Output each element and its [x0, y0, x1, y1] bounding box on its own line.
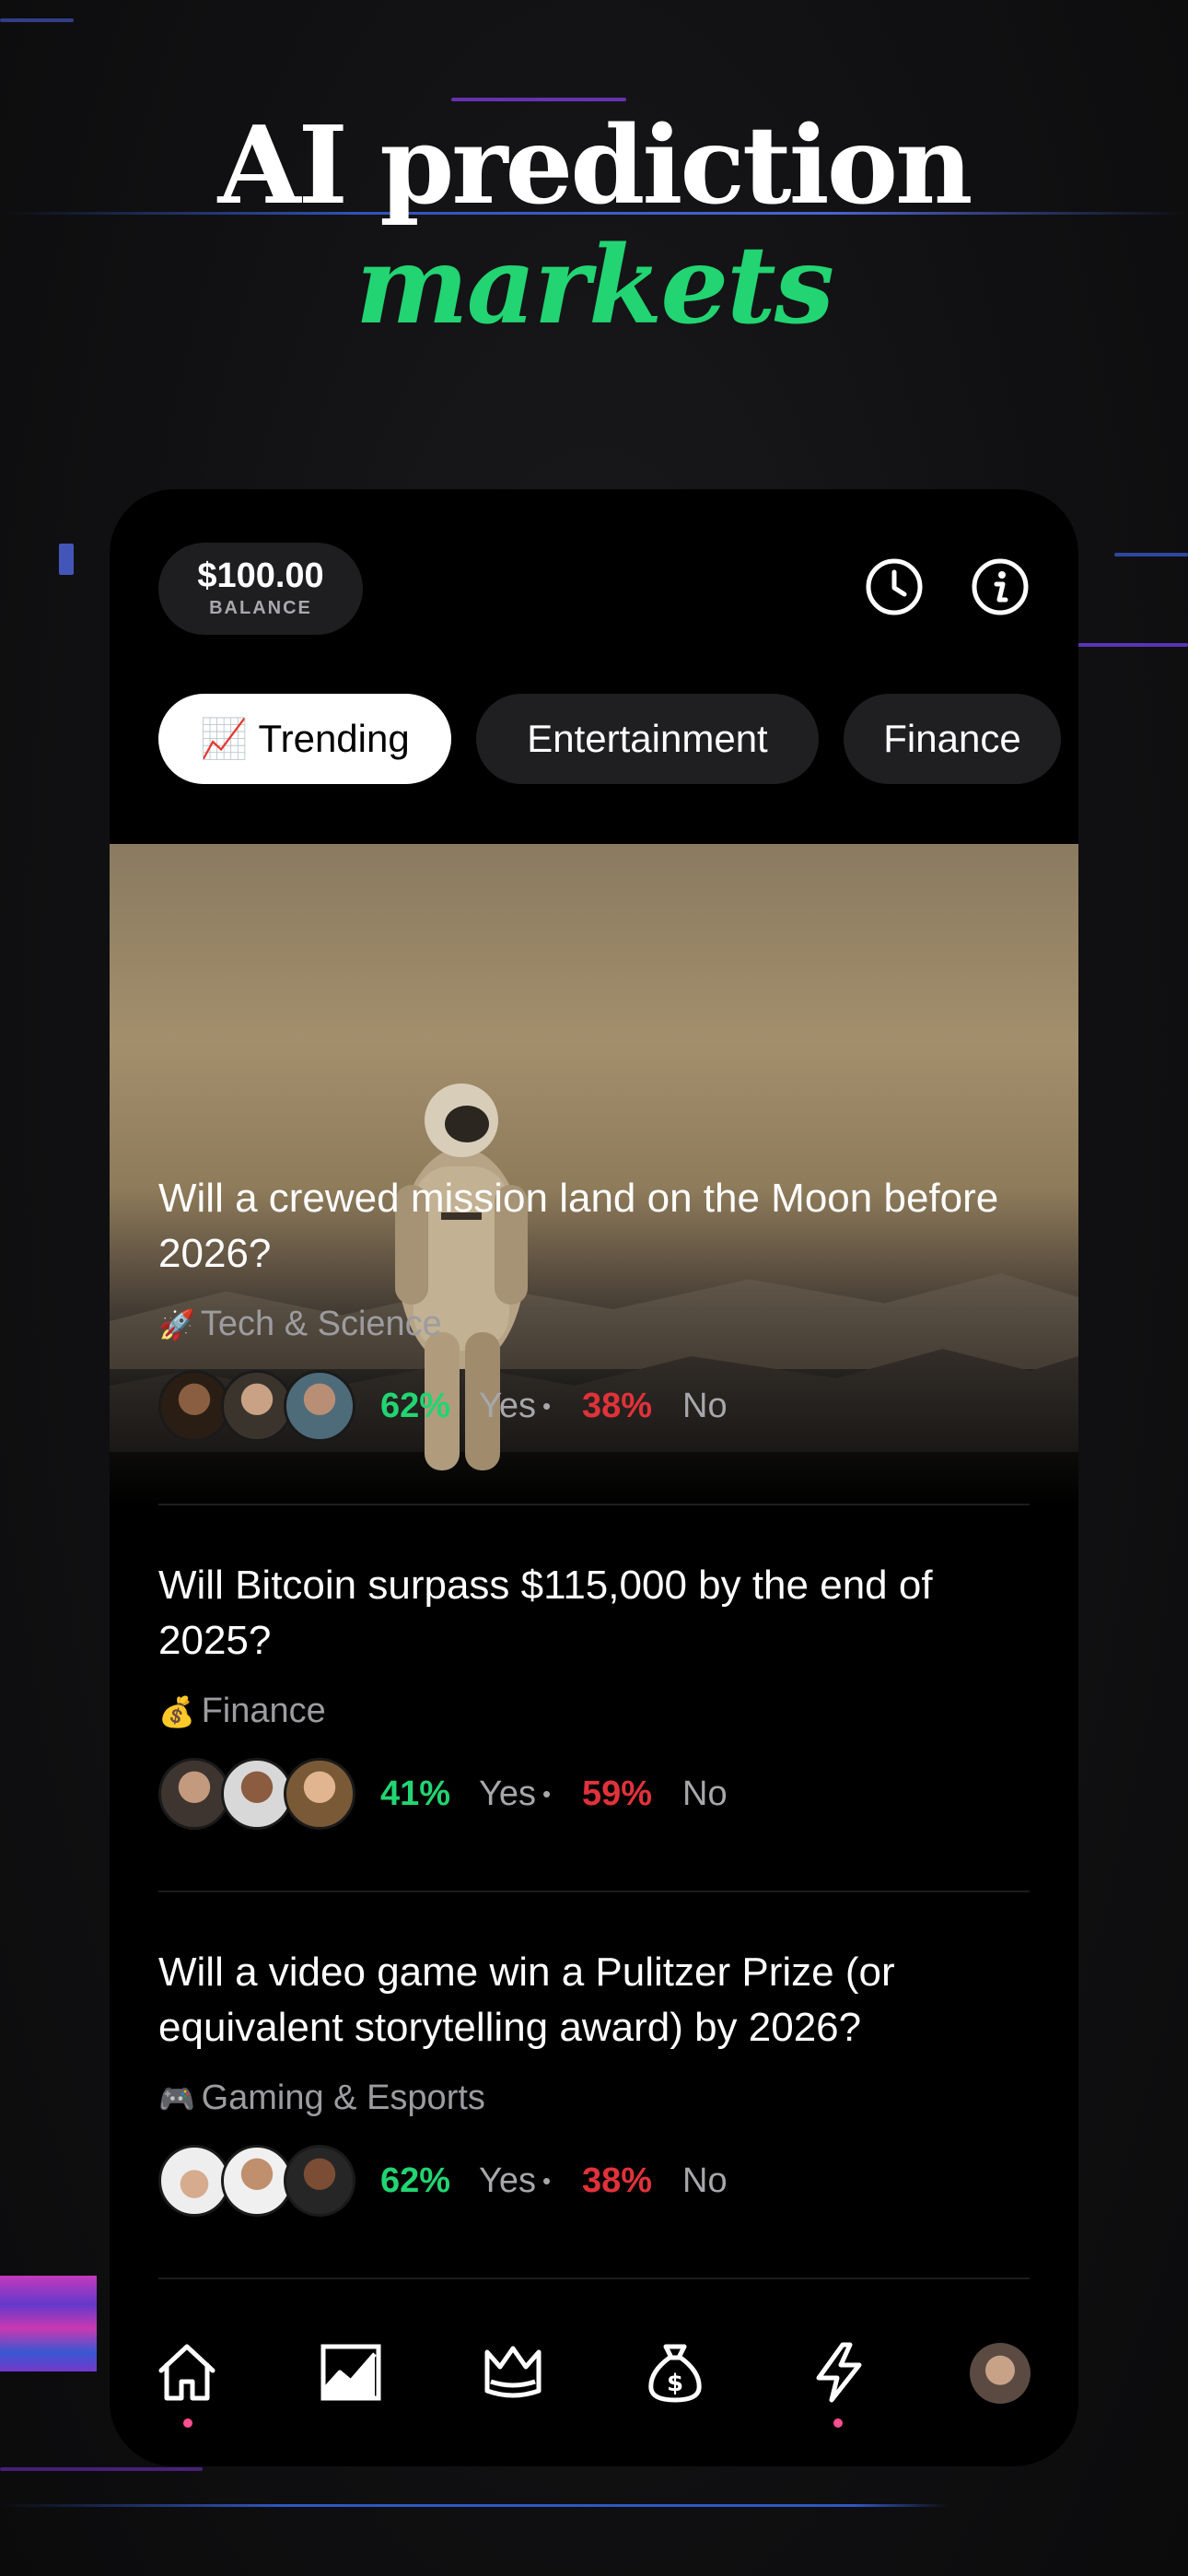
glow-line	[0, 2276, 97, 2371]
glow-line	[59, 544, 74, 575]
headline-line-2: markets	[355, 223, 834, 348]
avatar	[221, 1758, 293, 1830]
tab-finance[interactable]: Finance	[844, 694, 1061, 784]
no-percent: 38%	[582, 1387, 653, 1425]
lightning-icon[interactable]	[806, 2339, 872, 2406]
balance-pill[interactable]: $100.00 BALANCE	[158, 543, 363, 635]
market-question[interactable]: Will Bitcoin surpass $115,000 by the end…	[158, 1558, 1033, 1669]
no-label: No	[682, 2161, 728, 2200]
rocket-icon: 🚀	[158, 1308, 195, 1341]
active-indicator-dot	[833, 2418, 843, 2428]
tab-entertainment[interactable]: Entertainment	[476, 694, 819, 784]
avatar	[158, 1758, 230, 1830]
avatar	[284, 1758, 355, 1830]
avatar	[221, 2145, 293, 2217]
avatar	[221, 1370, 293, 1442]
market-category-label: Finance	[201, 1692, 326, 1730]
avatar	[284, 1370, 355, 1442]
profile-avatar[interactable]	[970, 2343, 1031, 2404]
headline-line-1: AI prediction	[217, 103, 973, 228]
tab-trending-label: Trending	[258, 717, 410, 760]
chart-icon[interactable]	[318, 2339, 384, 2406]
divider	[158, 1891, 1030, 1892]
active-indicator-dot	[183, 2418, 192, 2428]
no-percent: 59%	[582, 1774, 653, 1813]
app-screen: $100.00 BALANCE 📈 Trending Entertainment…	[110, 489, 1078, 2466]
market-category: 🎮 Gaming & Esports	[158, 2078, 485, 2119]
separator-dot: •	[542, 2167, 552, 2195]
market-category: 💰 Finance	[158, 1691, 326, 1732]
glow-line	[0, 18, 74, 22]
avatar	[284, 2145, 355, 2217]
glow-line	[451, 98, 626, 101]
market-category-label: Gaming & Esports	[201, 2078, 485, 2117]
divider	[158, 1504, 1030, 1505]
money-bag-emoji-icon: 💰	[158, 1695, 195, 1728]
yes-percent: 62%	[380, 1387, 451, 1425]
crown-icon[interactable]	[480, 2339, 546, 2406]
tab-entertainment-label: Entertainment	[527, 717, 768, 760]
no-label: No	[682, 1387, 728, 1425]
market-category-label: Tech & Science	[200, 1305, 442, 1343]
glow-line	[0, 2504, 949, 2507]
yes-label: Yes	[479, 2161, 536, 2200]
game-controller-icon: 🎮	[158, 2082, 195, 2115]
no-label: No	[682, 1774, 728, 1813]
avatar	[158, 1370, 230, 1442]
glow-line	[0, 2467, 203, 2471]
yes-label: Yes	[479, 1387, 536, 1425]
market-category: 🚀 Tech & Science	[158, 1304, 442, 1345]
balance-label: BALANCE	[209, 598, 312, 618]
clock-icon[interactable]	[865, 557, 924, 616]
yes-percent: 62%	[380, 2161, 451, 2200]
category-tabs: 📈 Trending Entertainment Finance	[158, 694, 1078, 784]
yes-label: Yes	[479, 1774, 536, 1813]
glow-line	[1114, 553, 1188, 556]
money-bag-icon[interactable]: $	[642, 2339, 708, 2406]
separator-dot: •	[542, 1392, 552, 1420]
glow-line	[1077, 643, 1188, 647]
market-question[interactable]: Will a video game win a Pulitzer Prize (…	[158, 1945, 1033, 2055]
avatar	[158, 2145, 230, 2217]
market-question[interactable]: Will a crewed mission land on the Moon b…	[158, 1171, 1033, 1282]
separator-dot: •	[542, 1780, 552, 1808]
svg-text:$: $	[667, 2370, 683, 2397]
yes-percent: 41%	[380, 1774, 451, 1813]
tab-finance-label: Finance	[883, 717, 1021, 760]
tab-trending[interactable]: 📈 Trending	[158, 694, 451, 784]
headline: AI prediction markets	[0, 106, 1188, 345]
balance-amount: $100.00	[197, 556, 324, 595]
home-icon[interactable]	[154, 2339, 220, 2406]
no-percent: 38%	[582, 2161, 653, 2200]
info-icon[interactable]	[971, 557, 1030, 616]
tab-trending-emoji: 📈	[200, 717, 249, 760]
divider	[158, 2277, 1030, 2279]
